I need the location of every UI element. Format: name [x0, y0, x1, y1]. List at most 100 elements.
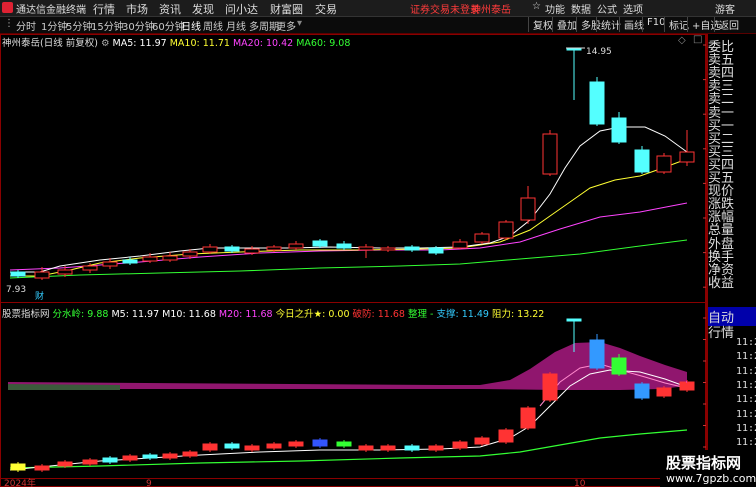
candle: [404, 246, 420, 251]
tick-time: 11:26: [736, 379, 756, 391]
btn-diejia[interactable]: 叠加: [552, 17, 577, 32]
sub-candle: [428, 445, 444, 451]
period-daily[interactable]: 日线: [181, 18, 201, 33]
candle: [57, 269, 73, 275]
sub-candle: [202, 443, 218, 451]
tab-quote[interactable]: 行情: [708, 322, 734, 341]
login-status[interactable]: 证券交易未登录: [410, 1, 480, 16]
menu-hangqing[interactable]: 行情: [93, 1, 115, 17]
candle: [656, 155, 672, 173]
toolbar-menu-icon[interactable]: ⋮: [4, 18, 14, 29]
candle: [611, 117, 627, 143]
menu-jiaoyi[interactable]: 交易: [315, 1, 337, 17]
tick-time: 11:26: [736, 422, 756, 434]
candle: [224, 246, 240, 252]
candle: [474, 233, 490, 243]
sub-candle: [520, 407, 536, 429]
right-quote-panel: 委比 卖五 卖四 卖三 卖二 卖一 买一 买二 买三 买四 买五 现价 涨跌 涨幅 总量 外盘 换手 净资 收益 自…: [707, 34, 756, 487]
app-logo-icon: [2, 2, 13, 13]
period-weekly[interactable]: 周线: [203, 18, 223, 33]
period-fenshi[interactable]: 分时: [16, 18, 36, 33]
candle: [162, 255, 178, 261]
tick-time: 11:26: [736, 408, 756, 420]
finance-marker[interactable]: 财: [35, 290, 44, 302]
period-monthly[interactable]: 月线: [226, 18, 246, 33]
guest-label[interactable]: 游客: [715, 1, 735, 16]
menu-icon-1[interactable]: ☆: [532, 1, 541, 12]
sub-candles: [10, 318, 695, 472]
candle: [589, 81, 605, 125]
btn-f10[interactable]: F10: [642, 17, 665, 32]
tick-time: 11:26: [736, 351, 756, 363]
sub-candle: [312, 439, 328, 447]
chevron-down-icon[interactable]: ▾: [297, 18, 302, 29]
sub-candle: [122, 455, 138, 461]
watermark: 股票指标网 www.7gpzb.com: [660, 450, 756, 487]
candle: [34, 271, 50, 279]
period-30min[interactable]: 30分钟: [122, 18, 155, 33]
sub-candle: [34, 465, 50, 471]
menu-xuanxiang[interactable]: 选项: [623, 1, 643, 16]
sub-candle: [404, 445, 420, 451]
menu-faxian[interactable]: 发现: [192, 1, 214, 17]
period-15min[interactable]: 15分钟: [91, 18, 124, 33]
period-toolbar: ⋮ 分时 1分钟 5分钟 15分钟 30分钟 60分钟 日线 周线 月线 多周期…: [0, 17, 756, 34]
low-price-label: 7.93: [6, 285, 26, 295]
candle: [102, 261, 118, 267]
period-5min[interactable]: 5分钟: [66, 18, 92, 33]
candle: [202, 246, 218, 253]
sub-candle: [82, 459, 98, 465]
period-more[interactable]: 更多: [276, 18, 296, 33]
sub-candle: [380, 445, 396, 451]
candle: [288, 243, 304, 249]
candle: [428, 247, 444, 254]
candle: [10, 271, 26, 277]
candle: [244, 248, 260, 254]
candle: [122, 259, 138, 264]
candle: [142, 256, 158, 262]
candle: [634, 149, 650, 173]
sub-candle: [358, 445, 374, 451]
menu-wenxiaoda[interactable]: 问小达: [225, 1, 258, 17]
candle: [358, 246, 374, 251]
main-candles: [10, 47, 695, 280]
menu-gongneng[interactable]: 功能: [545, 1, 565, 16]
sub-candle: [142, 454, 158, 459]
btn-tongji[interactable]: 统计: [596, 17, 621, 32]
sub-candle: [10, 463, 26, 471]
tick-time: 11:26: [736, 365, 756, 377]
menu-zixun[interactable]: 资讯: [159, 1, 181, 17]
candle: [380, 247, 396, 251]
sub-candle: [162, 453, 178, 459]
sub-candle: [498, 429, 514, 443]
sub-candle: [542, 373, 558, 401]
sub-candle: [244, 445, 260, 451]
candle: [520, 197, 536, 221]
sub-candle: [266, 443, 282, 449]
period-1min[interactable]: 1分钟: [41, 18, 67, 33]
sub-candle: [336, 441, 352, 447]
period-60min[interactable]: 60分钟: [152, 18, 185, 33]
sub-candle: [288, 441, 304, 447]
sub-candle: [57, 461, 73, 467]
menu-shuju[interactable]: 数据: [571, 1, 591, 16]
sub-candle: [656, 387, 672, 397]
menu-shichang[interactable]: 市场: [126, 1, 148, 17]
candle: [679, 151, 695, 163]
chart-area[interactable]: 15.0014.0013.0012.0011.0010.009.008.00 1…: [0, 34, 707, 487]
menu-caifuquan[interactable]: 财富圈: [270, 1, 303, 17]
menu-gongshi[interactable]: 公式: [597, 1, 617, 16]
period-multi[interactable]: 多周期: [249, 18, 279, 33]
btn-back[interactable]: 返回: [714, 17, 739, 32]
tick-time: 11:26: [736, 437, 756, 449]
watermark-title: 股票指标网: [666, 454, 742, 472]
btn-fuquan[interactable]: 复权: [528, 17, 553, 32]
candle: [542, 133, 558, 175]
stock-link[interactable]: 神州泰岳: [471, 1, 511, 16]
btn-huaxian[interactable]: 画线: [619, 17, 644, 32]
date-label-2024: 2024年: [4, 477, 36, 487]
sub-candle: [634, 383, 650, 399]
btn-biaoji[interactable]: 标记: [664, 17, 689, 32]
sub-dot-marker: ·: [685, 378, 688, 388]
sub-candle: [224, 443, 240, 449]
